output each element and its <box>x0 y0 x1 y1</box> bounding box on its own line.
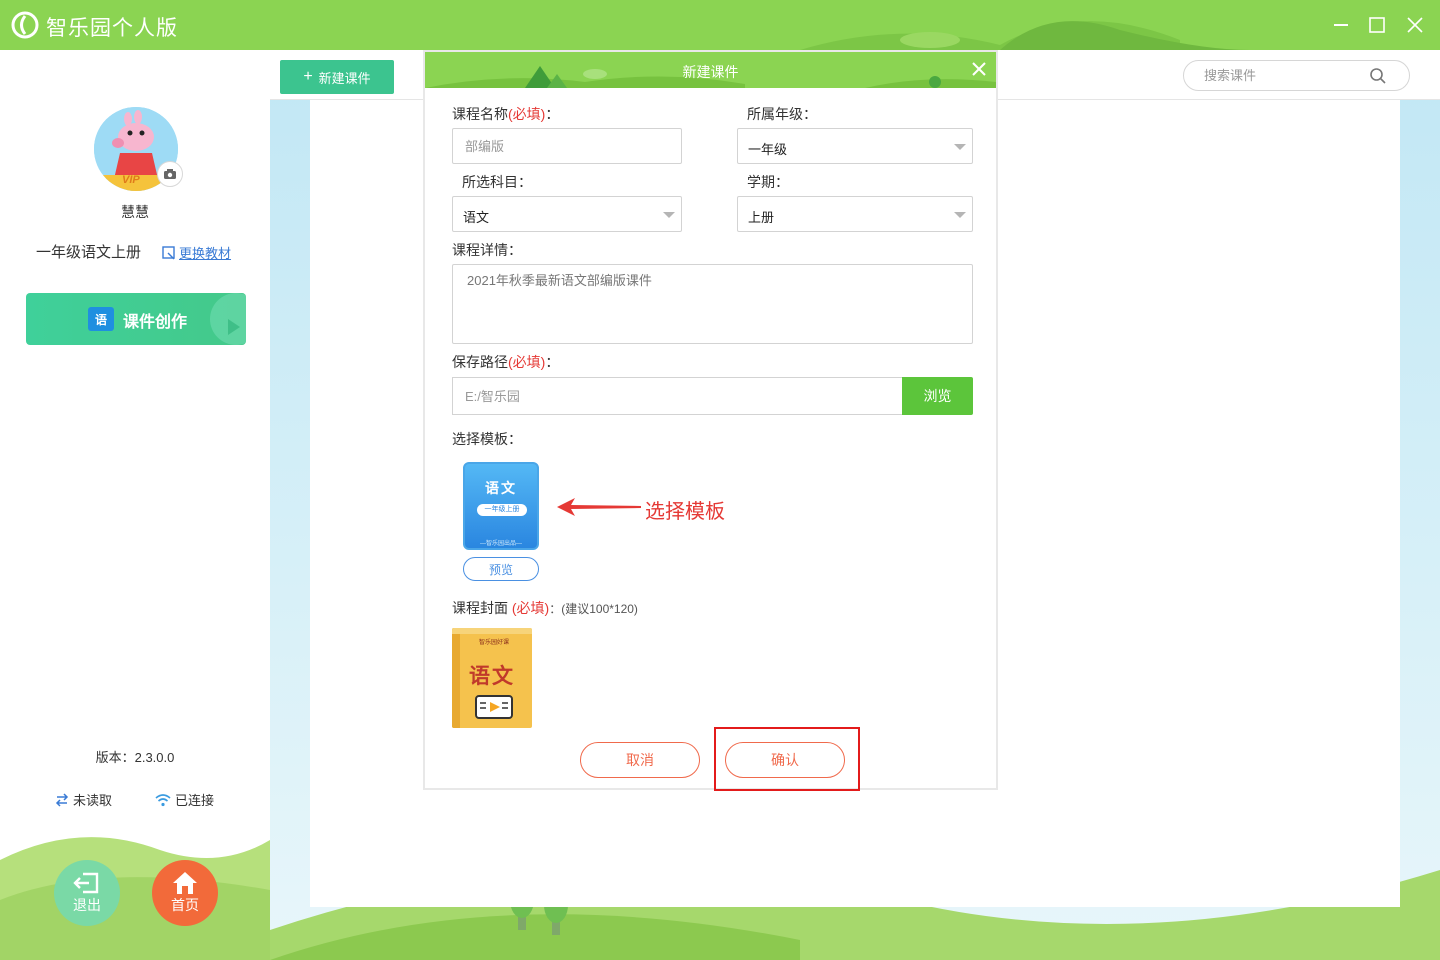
plus-icon: + <box>303 68 313 85</box>
close-icon[interactable] <box>1402 12 1428 38</box>
template-label: 选择模板： <box>452 431 522 447</box>
home-button[interactable]: 首页 <box>152 860 218 926</box>
book-video-icon <box>475 695 513 719</box>
confirm-button[interactable]: 确认 <box>725 742 845 778</box>
cover-brand: 智乐园好课 <box>478 640 509 646</box>
title-bar: 智乐园个人版 <box>0 0 1440 50</box>
search-icon[interactable] <box>1369 67 1387 85</box>
chevron-down-icon <box>954 144 966 150</box>
details-textarea[interactable]: 2021年秋季最新语文部编版课件 <box>452 264 973 344</box>
colon: ： <box>545 354 560 370</box>
template-subject: 语文 <box>485 480 517 496</box>
version-text: 版本：2.3.0.0 <box>95 750 175 765</box>
course-name-label: 课程名称(必填)： <box>452 104 559 124</box>
username: 慧慧 <box>121 204 149 220</box>
subject-value: 语文 <box>463 210 490 225</box>
sidebar-ground-decoration <box>0 837 270 960</box>
current-textbook: 一年级语文上册 <box>36 244 142 261</box>
subject-select[interactable]: 语文 <box>452 196 682 232</box>
term-value: 上册 <box>748 210 775 225</box>
preview-button[interactable]: 预览 <box>463 557 539 581</box>
swap-icon <box>162 245 175 259</box>
minimize-icon[interactable] <box>1328 12 1354 38</box>
arrow-left-icon <box>557 498 641 516</box>
details-label: 课程详情： <box>452 242 522 258</box>
chevron-down-icon <box>663 212 675 218</box>
app-title: 智乐园个人版 <box>46 17 178 40</box>
course-name-label-text: 课程名称 <box>452 106 508 122</box>
sync-status: 未读取 <box>55 790 112 809</box>
dialog-header: 新建课件 <box>425 52 996 88</box>
term-label: 学期： <box>747 174 789 190</box>
chinese-icon: 语 <box>88 307 114 331</box>
logout-button[interactable]: 退出 <box>54 860 120 926</box>
app-logo-icon <box>11 11 39 39</box>
titlebar-decoration <box>800 21 1250 50</box>
courseware-create-button[interactable]: 语 课件创作 <box>26 293 246 345</box>
sidebar: VIP 慧慧 一年级语文上册 更换教材 语 课件创作 版本：2.3.0.0 未读… <box>0 50 270 960</box>
chevron-down-icon <box>954 212 966 218</box>
grade-value: 一年级 <box>748 142 788 157</box>
grade-select[interactable]: 一年级 <box>737 128 973 164</box>
annotation-text: 选择模板 <box>645 501 725 523</box>
wifi-icon <box>155 793 171 806</box>
logout-label: 退出 <box>73 897 101 913</box>
network-status: 已连接 <box>155 790 214 809</box>
cover-title: 语文 <box>469 665 515 688</box>
search-box <box>1183 60 1410 91</box>
new-courseware-dialog: 新建课件 课程名称(必填)： 所属年级： 一年级 所选科目： 语文 学期： 上册… <box>423 50 998 791</box>
template-card[interactable]: 语文 一年级上册 —智乐园出品— <box>463 462 539 550</box>
create-button-label: 课件创作 <box>123 314 188 331</box>
cancel-button[interactable]: 取消 <box>580 742 700 778</box>
cover-label-text: 课程封面 <box>452 600 508 616</box>
template-footer: —智乐园出品— <box>479 541 522 547</box>
course-name-input[interactable] <box>453 129 681 163</box>
dialog-close-icon[interactable] <box>970 60 988 78</box>
cover-required-mark: (必填) <box>511 600 550 616</box>
cover-label: 课程封面 (必填)：(建议100*120) <box>452 598 638 618</box>
save-path-input[interactable] <box>453 378 904 414</box>
new-courseware-button[interactable]: + 新建课件 <box>280 60 394 94</box>
home-label: 首页 <box>171 897 199 913</box>
cover-top-strip <box>452 628 532 634</box>
camera-icon[interactable] <box>157 161 183 187</box>
search-input[interactable] <box>1204 68 1364 83</box>
save-path-label-text: 保存路径 <box>452 354 508 370</box>
logout-icon <box>73 872 99 894</box>
dialog-title: 新建课件 <box>682 64 739 80</box>
change-textbook-link[interactable]: 更换教材 <box>162 243 231 262</box>
network-status-label: 已连接 <box>175 793 215 808</box>
course-name-field <box>452 128 682 164</box>
subject-label: 所选科目： <box>462 174 532 190</box>
sync-icon <box>55 792 69 807</box>
required-mark: (必填) <box>508 354 546 370</box>
maximize-icon[interactable] <box>1364 12 1390 38</box>
grade-label: 所属年级： <box>747 106 817 122</box>
required-mark: (必填) <box>508 106 546 122</box>
vip-badge: VIP <box>122 174 140 186</box>
save-path-field <box>452 377 904 415</box>
template-annotation: 选择模板 <box>555 492 725 525</box>
new-courseware-label: 新建课件 <box>318 70 371 86</box>
colon: ： <box>545 106 560 122</box>
sync-status-label: 未读取 <box>73 793 113 808</box>
home-icon <box>173 872 197 894</box>
term-select[interactable]: 上册 <box>737 196 973 232</box>
change-textbook-label: 更换教材 <box>179 246 232 261</box>
browse-button[interactable]: 浏览 <box>902 377 973 415</box>
template-grade: 一年级上册 <box>477 504 527 516</box>
save-path-label: 保存路径(必填)： <box>452 352 559 372</box>
cover-hint: ：(建议100*120) <box>549 602 638 616</box>
cover-image[interactable]: 智乐园好课 语文 <box>452 628 532 728</box>
